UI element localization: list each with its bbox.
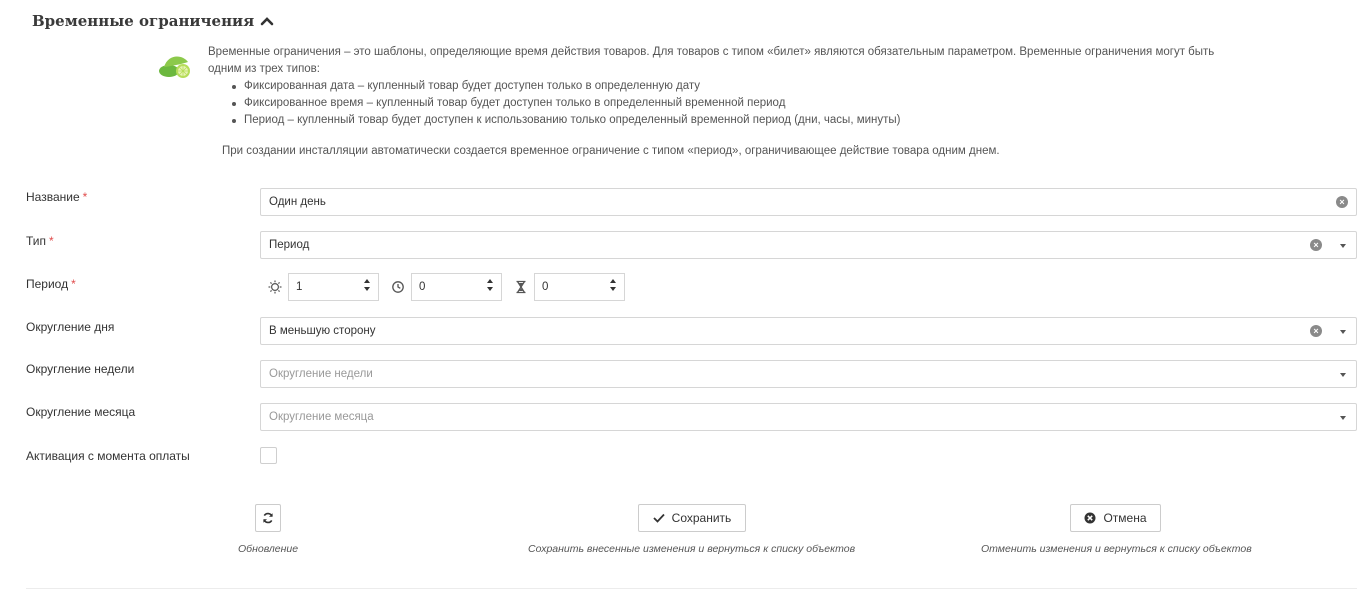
save-button[interactable]: Сохранить [638,504,746,532]
section-title: Временные ограничения [32,12,255,30]
info-closing: При создании инсталляции автоматически с… [222,145,1000,157]
increment-icon[interactable] [610,279,616,283]
divider [26,588,1357,589]
required-mark: * [82,190,88,204]
refresh-icon [263,512,273,524]
day-rounding-label: Округление дня [26,320,115,334]
decrement-icon[interactable] [487,287,493,291]
info-list: Фиксированная дата – купленный товар буд… [232,78,1248,129]
increment-icon[interactable] [364,279,370,283]
hourglass-icon [516,280,526,294]
placeholder-text: Округление месяца [269,411,374,423]
chevron-up-icon[interactable] [260,14,274,28]
required-mark: * [49,234,54,248]
week-rounding-label: Округление недели [26,362,135,376]
refresh-caption: Обновление [238,543,299,555]
close-circle-icon [1084,512,1096,524]
name-label: Название * [26,190,88,204]
increment-icon[interactable] [487,279,493,283]
cancel-button[interactable]: Отмена [1070,504,1161,532]
day-rounding-select[interactable]: В меньшую сторону × [260,317,1357,345]
dropdown-caret-icon[interactable] [1340,373,1346,377]
month-rounding-label: Округление месяца [26,405,136,419]
section-header[interactable]: Временные ограничения [32,12,274,30]
clear-icon[interactable]: × [1310,325,1322,337]
info-intro: Временные ограничения – это шаблоны, опр… [208,46,1215,75]
clock-icon [392,281,404,293]
name-input[interactable]: Один день × [260,188,1357,216]
period-inputs: 1 0 0 [268,273,637,301]
week-rounding-select[interactable]: Округление недели [260,360,1357,388]
dropdown-caret-icon[interactable] [1340,416,1346,420]
period-label: Период * [26,277,76,291]
info-list-item: Фиксированная дата – купленный товар буд… [232,78,1248,95]
hours-stepper[interactable]: 0 [411,273,502,301]
month-rounding-select[interactable]: Округление месяца [260,403,1357,431]
decrement-icon[interactable] [364,287,370,291]
days-stepper[interactable]: 1 [288,273,379,301]
activation-label: Активация с момента оплаты [26,449,190,463]
type-label: Тип * [26,234,54,248]
cancel-caption: Отменить изменения и вернуться к списку … [981,543,1252,555]
minutes-stepper[interactable]: 0 [534,273,625,301]
lime-icon [159,56,190,78]
required-mark: * [71,277,76,291]
sun-icon [268,280,282,294]
dropdown-caret-icon[interactable] [1340,244,1346,248]
type-select[interactable]: Период × [260,231,1357,259]
refresh-button[interactable] [255,504,281,532]
activation-checkbox[interactable] [260,447,277,464]
info-list-item: Фиксированное время – купленный товар бу… [232,95,1248,112]
info-list-item: Период – купленный товар будет доступен … [232,112,1248,129]
check-icon [653,513,665,523]
decrement-icon[interactable] [610,287,616,291]
placeholder-text: Округление недели [269,368,373,380]
save-caption: Сохранить внесенные изменения и вернутьс… [528,543,856,555]
clear-icon[interactable]: × [1336,196,1348,208]
clear-icon[interactable]: × [1310,239,1322,251]
dropdown-caret-icon[interactable] [1340,330,1346,334]
info-description: Временные ограничения – это шаблоны, опр… [208,44,1248,129]
